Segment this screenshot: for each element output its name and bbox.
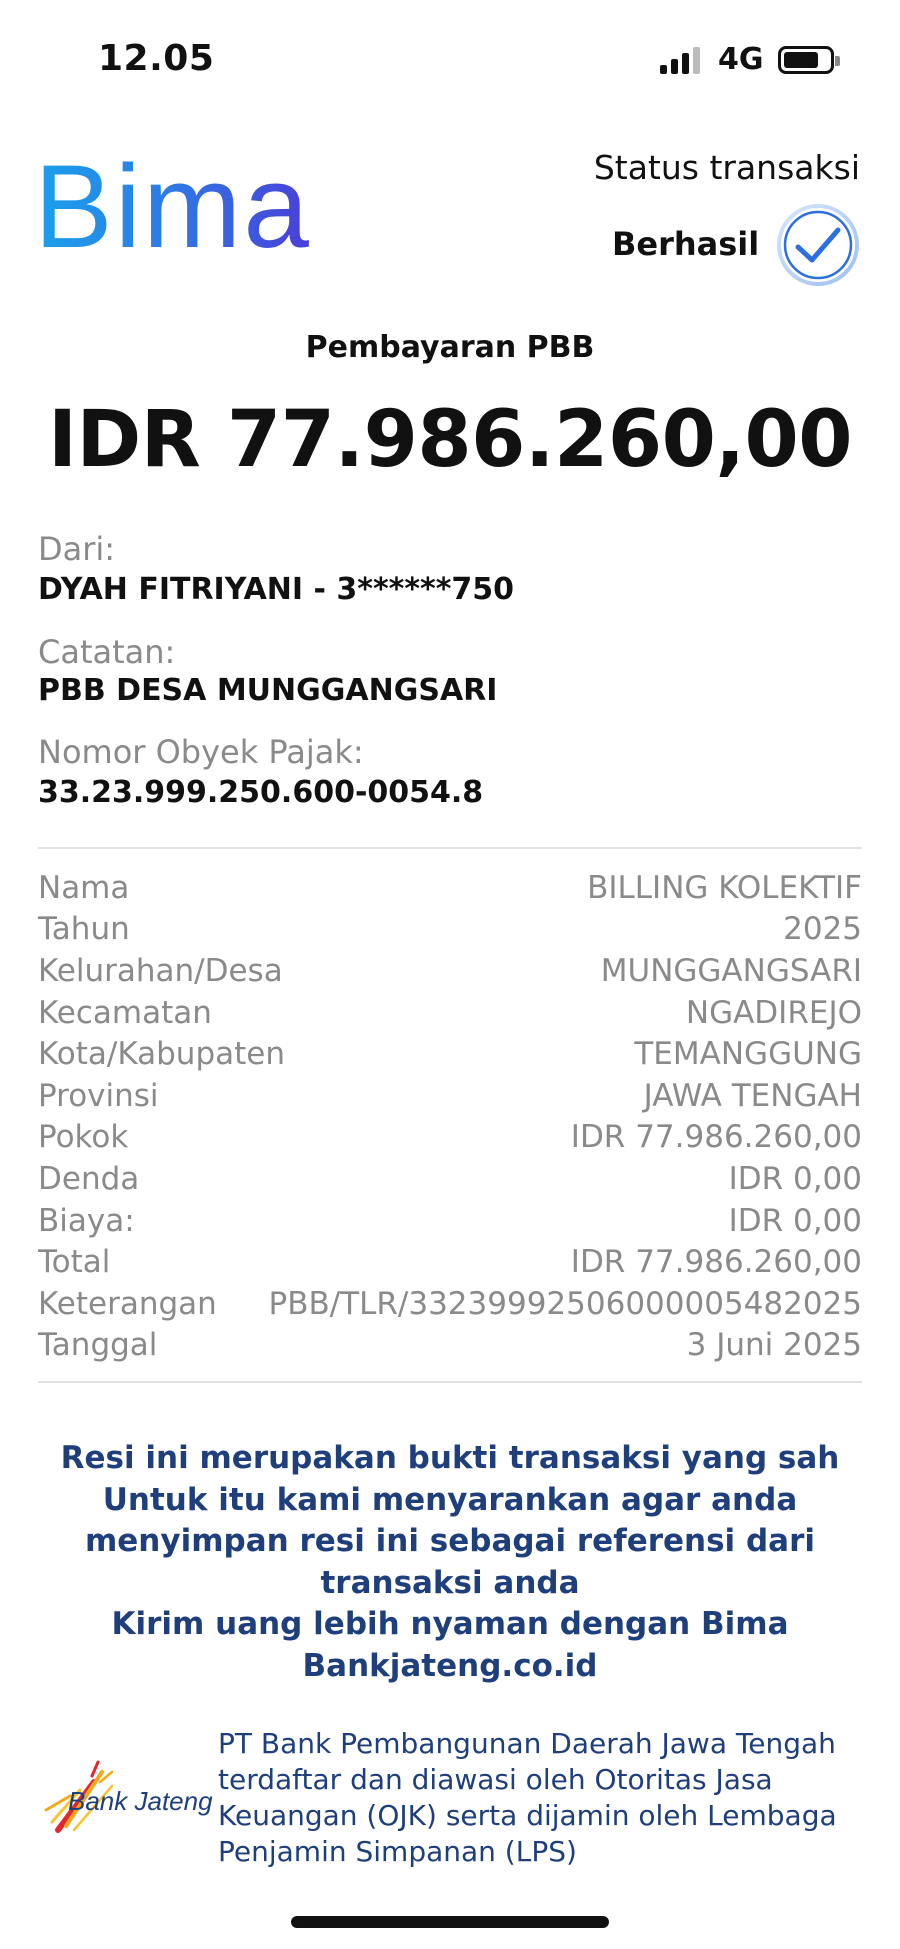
legal-disclaimer: PT Bank Pembangunan Daerah Jawa Tengah t… (218, 1726, 878, 1870)
divider (38, 847, 862, 849)
status-label: Status transaksi (593, 148, 860, 187)
legal-line: terdaftar dan diawasi oleh Otoritas Jasa (218, 1763, 773, 1796)
status-value: Berhasil (612, 225, 760, 263)
detail-value: PBB/TLR/33239992506000005482025 (268, 1285, 863, 1322)
detail-row-tahun: Tahun 2025 (38, 909, 862, 951)
detail-row-nama: Nama BILLING KOLEKTIF (38, 867, 862, 909)
detail-label: Nama (38, 869, 130, 906)
note-label: Catatan: (38, 633, 176, 671)
detail-value: IDR 77.986.260,00 (570, 1244, 862, 1281)
detail-label: Tahun (38, 911, 130, 948)
receipt-note: Resi ini merupakan bukti transaksi yang … (60, 1438, 840, 1687)
legal-line: Keuangan (OJK) serta dijamin oleh Lembag… (218, 1799, 837, 1832)
tax-object-label: Nomor Obyek Pajak: (38, 733, 364, 771)
detail-label: Total (38, 1244, 111, 1281)
network-type: 4G (718, 42, 764, 77)
detail-row-kecamatan: Kecamatan NGADIREJO (38, 992, 862, 1034)
from-label: Dari: (38, 530, 116, 568)
note-line: Kirim uang lebih nyaman dengan Bima (111, 1606, 789, 1642)
bank-jateng-logo-text: Bank Jateng (68, 1786, 213, 1816)
detail-label: Kota/Kabupaten (38, 1036, 286, 1073)
battery-icon (778, 46, 840, 74)
divider (38, 1381, 862, 1383)
website-link[interactable]: Bankjateng.co.id (60, 1646, 840, 1688)
detail-value: 3 Juni 2025 (686, 1327, 862, 1364)
signal-strength-icon (660, 46, 704, 74)
detail-label: Keterangan (38, 1285, 217, 1322)
details-list: Nama BILLING KOLEKTIF Tahun 2025 Kelurahan… (38, 867, 862, 1366)
detail-value: 2025 (783, 911, 862, 948)
clock: 12.05 (98, 38, 215, 79)
detail-row-provinsi: Provinsi JAWA TENGAH (38, 1075, 862, 1117)
detail-label: Kelurahan/Desa (38, 952, 283, 989)
legal-line: Penjamin Simpanan (LPS) (218, 1835, 577, 1868)
detail-row-total: Total IDR 77.986.260,00 (38, 1241, 862, 1283)
detail-value: IDR 0,00 (728, 1160, 862, 1197)
detail-label: Biaya: (38, 1202, 135, 1239)
home-indicator[interactable] (291, 1916, 609, 1928)
detail-value: BILLING KOLEKTIF (587, 869, 862, 906)
detail-value: TEMANGGUNG (634, 1036, 862, 1073)
legal-line: PT Bank Pembangunan Daerah Jawa Tengah (218, 1727, 836, 1760)
checkmark-circle-icon (777, 204, 859, 286)
detail-row-kota: Kota/Kabupaten TEMANGGUNG (38, 1033, 862, 1075)
detail-label: Provinsi (38, 1077, 159, 1114)
detail-value: MUNGGANGSARI (600, 952, 862, 989)
transaction-title: Pembayaran PBB (305, 330, 595, 365)
detail-value: IDR 77.986.260,00 (570, 1119, 862, 1156)
detail-value: NGADIREJO (685, 994, 862, 1031)
from-value: DYAH FITRIYANI - 3******750 (38, 572, 515, 607)
note-line: menyimpan resi ini sebagai referensi dar… (84, 1523, 815, 1559)
bima-logo: Bima (34, 141, 311, 273)
note-line: Resi ini merupakan bukti transaksi yang … (60, 1440, 840, 1476)
detail-value: IDR 0,00 (728, 1202, 862, 1239)
status-bar: 12.05 4G (0, 0, 900, 110)
detail-label: Pokok (38, 1119, 129, 1156)
tax-object-value: 33.23.999.250.600-0054.8 (38, 775, 484, 810)
detail-row-kelurahan: Kelurahan/Desa MUNGGANGSARI (38, 950, 862, 992)
transaction-amount: IDR 77.986.260,00 (47, 395, 853, 485)
detail-row-pokok: Pokok IDR 77.986.260,00 (38, 1117, 862, 1159)
note-line: Untuk itu kami menyarankan agar anda (102, 1481, 798, 1518)
detail-row-denda: Denda IDR 0,00 (38, 1158, 862, 1200)
note-line: transaksi anda (320, 1564, 580, 1601)
detail-value: JAWA TENGAH (643, 1077, 862, 1114)
detail-label: Kecamatan (38, 994, 212, 1031)
detail-row-tanggal: Tanggal 3 Juni 2025 (38, 1325, 862, 1367)
note-value: PBB DESA MUNGGANGSARI (38, 673, 498, 708)
detail-label: Denda (38, 1160, 140, 1197)
detail-row-keterangan: Keterangan PBB/TLR/3323999250600000548202… (38, 1283, 862, 1325)
detail-row-biaya: Biaya: IDR 0,00 (38, 1200, 862, 1242)
detail-label: Tanggal (38, 1327, 158, 1364)
